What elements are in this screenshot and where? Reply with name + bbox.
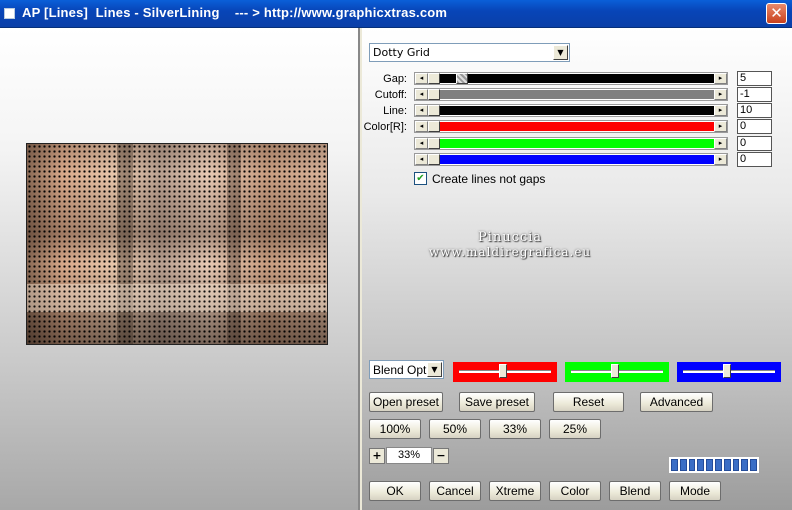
param-slider[interactable]: ◂ ▸ bbox=[414, 88, 728, 101]
slider-thumb[interactable] bbox=[428, 105, 440, 116]
arrow-right-icon[interactable]: ▸ bbox=[714, 73, 727, 84]
param-slider[interactable]: ◂ ▸ bbox=[414, 120, 728, 133]
slider-thumb[interactable] bbox=[428, 154, 440, 165]
title-bar: AP [Lines] Lines - SilverLining --- > ht… bbox=[0, 0, 792, 28]
create-lines-label: Create lines not gaps bbox=[432, 172, 546, 186]
blend-channel-slider[interactable] bbox=[453, 362, 557, 382]
progress-segment bbox=[723, 459, 731, 471]
zoom-in-button[interactable]: + bbox=[369, 448, 385, 464]
param-value-field[interactable]: 5 bbox=[737, 71, 772, 86]
slider-thumb[interactable] bbox=[428, 73, 440, 84]
blend-channel-slider[interactable] bbox=[565, 362, 669, 382]
arrow-left-icon[interactable]: ◂ bbox=[415, 138, 428, 149]
progress-segment bbox=[697, 459, 705, 471]
arrow-right-icon[interactable]: ▸ bbox=[714, 121, 727, 132]
cancel-button[interactable]: Cancel bbox=[429, 481, 481, 501]
arrow-left-icon[interactable]: ◂ bbox=[415, 73, 428, 84]
reset-button[interactable]: Reset bbox=[553, 392, 624, 412]
zoom-25-button[interactable]: 25% bbox=[549, 419, 601, 439]
arrow-right-icon[interactable]: ▸ bbox=[714, 138, 727, 149]
progress-bar bbox=[669, 457, 759, 473]
progress-segment bbox=[750, 459, 757, 471]
slider-track[interactable] bbox=[428, 89, 714, 100]
zoom-out-button[interactable]: − bbox=[433, 448, 449, 464]
watermark: Pinuccia www.maldiregrafica.eu bbox=[410, 230, 610, 259]
ok-button[interactable]: OK bbox=[369, 481, 421, 501]
arrow-right-icon[interactable]: ▸ bbox=[714, 105, 727, 116]
slider-thumb[interactable] bbox=[428, 89, 440, 100]
blend-button[interactable]: Blend bbox=[609, 481, 661, 501]
blend-channel-thumb[interactable] bbox=[611, 364, 619, 378]
param-slider[interactable]: ◂ ▸ bbox=[414, 72, 728, 85]
param-label: Cutoff: bbox=[374, 89, 407, 101]
window-icon[interactable] bbox=[4, 8, 15, 19]
effect-dropdown[interactable]: Dotty Grid ▼ bbox=[369, 43, 570, 62]
close-button[interactable]: ✕ bbox=[766, 3, 787, 24]
zoom-level-field[interactable]: 33% bbox=[386, 447, 432, 464]
save-preset-button[interactable]: Save preset bbox=[459, 392, 535, 412]
dropdown-arrow-icon[interactable]: ▼ bbox=[427, 362, 442, 377]
zoom-100-button[interactable]: 100% bbox=[369, 419, 421, 439]
param-value-field[interactable]: 0 bbox=[737, 136, 772, 151]
xtreme-button[interactable]: Xtreme bbox=[489, 481, 541, 501]
param-slider[interactable]: ◂ ▸ bbox=[414, 104, 728, 117]
arrow-left-icon[interactable]: ◂ bbox=[415, 89, 428, 100]
slider-thumb[interactable] bbox=[428, 138, 440, 149]
progress-segment bbox=[706, 459, 713, 471]
zoom-50-button[interactable]: 50% bbox=[429, 419, 481, 439]
preview-dot-overlay bbox=[27, 144, 327, 344]
param-slider[interactable]: ◂ ▸ bbox=[414, 153, 728, 166]
slider-track[interactable] bbox=[428, 121, 714, 132]
effect-dropdown-value: Dotty Grid bbox=[373, 46, 430, 59]
blend-options-dropdown[interactable]: Blend Options ▼ bbox=[369, 360, 444, 379]
blend-channel-thumb[interactable] bbox=[499, 364, 507, 378]
blend-channel-slider[interactable] bbox=[677, 362, 781, 382]
slider-track[interactable] bbox=[428, 73, 714, 84]
window-title: AP [Lines] Lines - SilverLining --- > ht… bbox=[22, 5, 448, 20]
create-lines-checkbox[interactable]: ✔ bbox=[414, 172, 427, 185]
slider-track[interactable] bbox=[428, 138, 714, 149]
watermark-line2: www.maldiregrafica.eu bbox=[428, 245, 592, 259]
arrow-right-icon[interactable]: ▸ bbox=[714, 154, 727, 165]
progress-segment bbox=[732, 459, 740, 471]
blend-options-value: Blend Options bbox=[373, 363, 428, 377]
param-value-field[interactable]: 0 bbox=[737, 119, 772, 134]
progress-segment bbox=[671, 459, 678, 471]
progress-segment bbox=[714, 459, 722, 471]
progress-segment bbox=[679, 459, 687, 471]
param-value-field[interactable]: 0 bbox=[737, 152, 772, 167]
progress-segment bbox=[688, 459, 696, 471]
arrow-left-icon[interactable]: ◂ bbox=[415, 154, 428, 165]
preview-image[interactable] bbox=[26, 143, 328, 345]
slider-track[interactable] bbox=[428, 105, 714, 116]
blend-channel-thumb[interactable] bbox=[723, 364, 731, 378]
watermark-line1: Pinuccia bbox=[477, 230, 543, 245]
arrow-right-icon[interactable]: ▸ bbox=[714, 89, 727, 100]
slider-track[interactable] bbox=[428, 154, 714, 165]
dropdown-arrow-icon[interactable]: ▼ bbox=[553, 45, 568, 60]
slider-thumb[interactable] bbox=[455, 73, 468, 84]
slider-thumb[interactable] bbox=[428, 121, 440, 132]
zoom-33-button[interactable]: 33% bbox=[489, 419, 541, 439]
param-value-field[interactable]: -1 bbox=[737, 87, 772, 102]
progress-segment bbox=[741, 459, 749, 471]
arrow-left-icon[interactable]: ◂ bbox=[415, 105, 428, 116]
open-preset-button[interactable]: Open preset bbox=[369, 392, 443, 412]
param-label: Line: bbox=[383, 105, 407, 117]
param-label: Color[R]: bbox=[363, 121, 407, 133]
param-slider[interactable]: ◂ ▸ bbox=[414, 137, 728, 150]
advanced-button[interactable]: Advanced bbox=[640, 392, 713, 412]
param-label: Gap: bbox=[383, 73, 407, 85]
param-value-field[interactable]: 10 bbox=[737, 103, 772, 118]
arrow-left-icon[interactable]: ◂ bbox=[415, 121, 428, 132]
color-button[interactable]: Color bbox=[549, 481, 601, 501]
mode-button[interactable]: Mode bbox=[669, 481, 721, 501]
